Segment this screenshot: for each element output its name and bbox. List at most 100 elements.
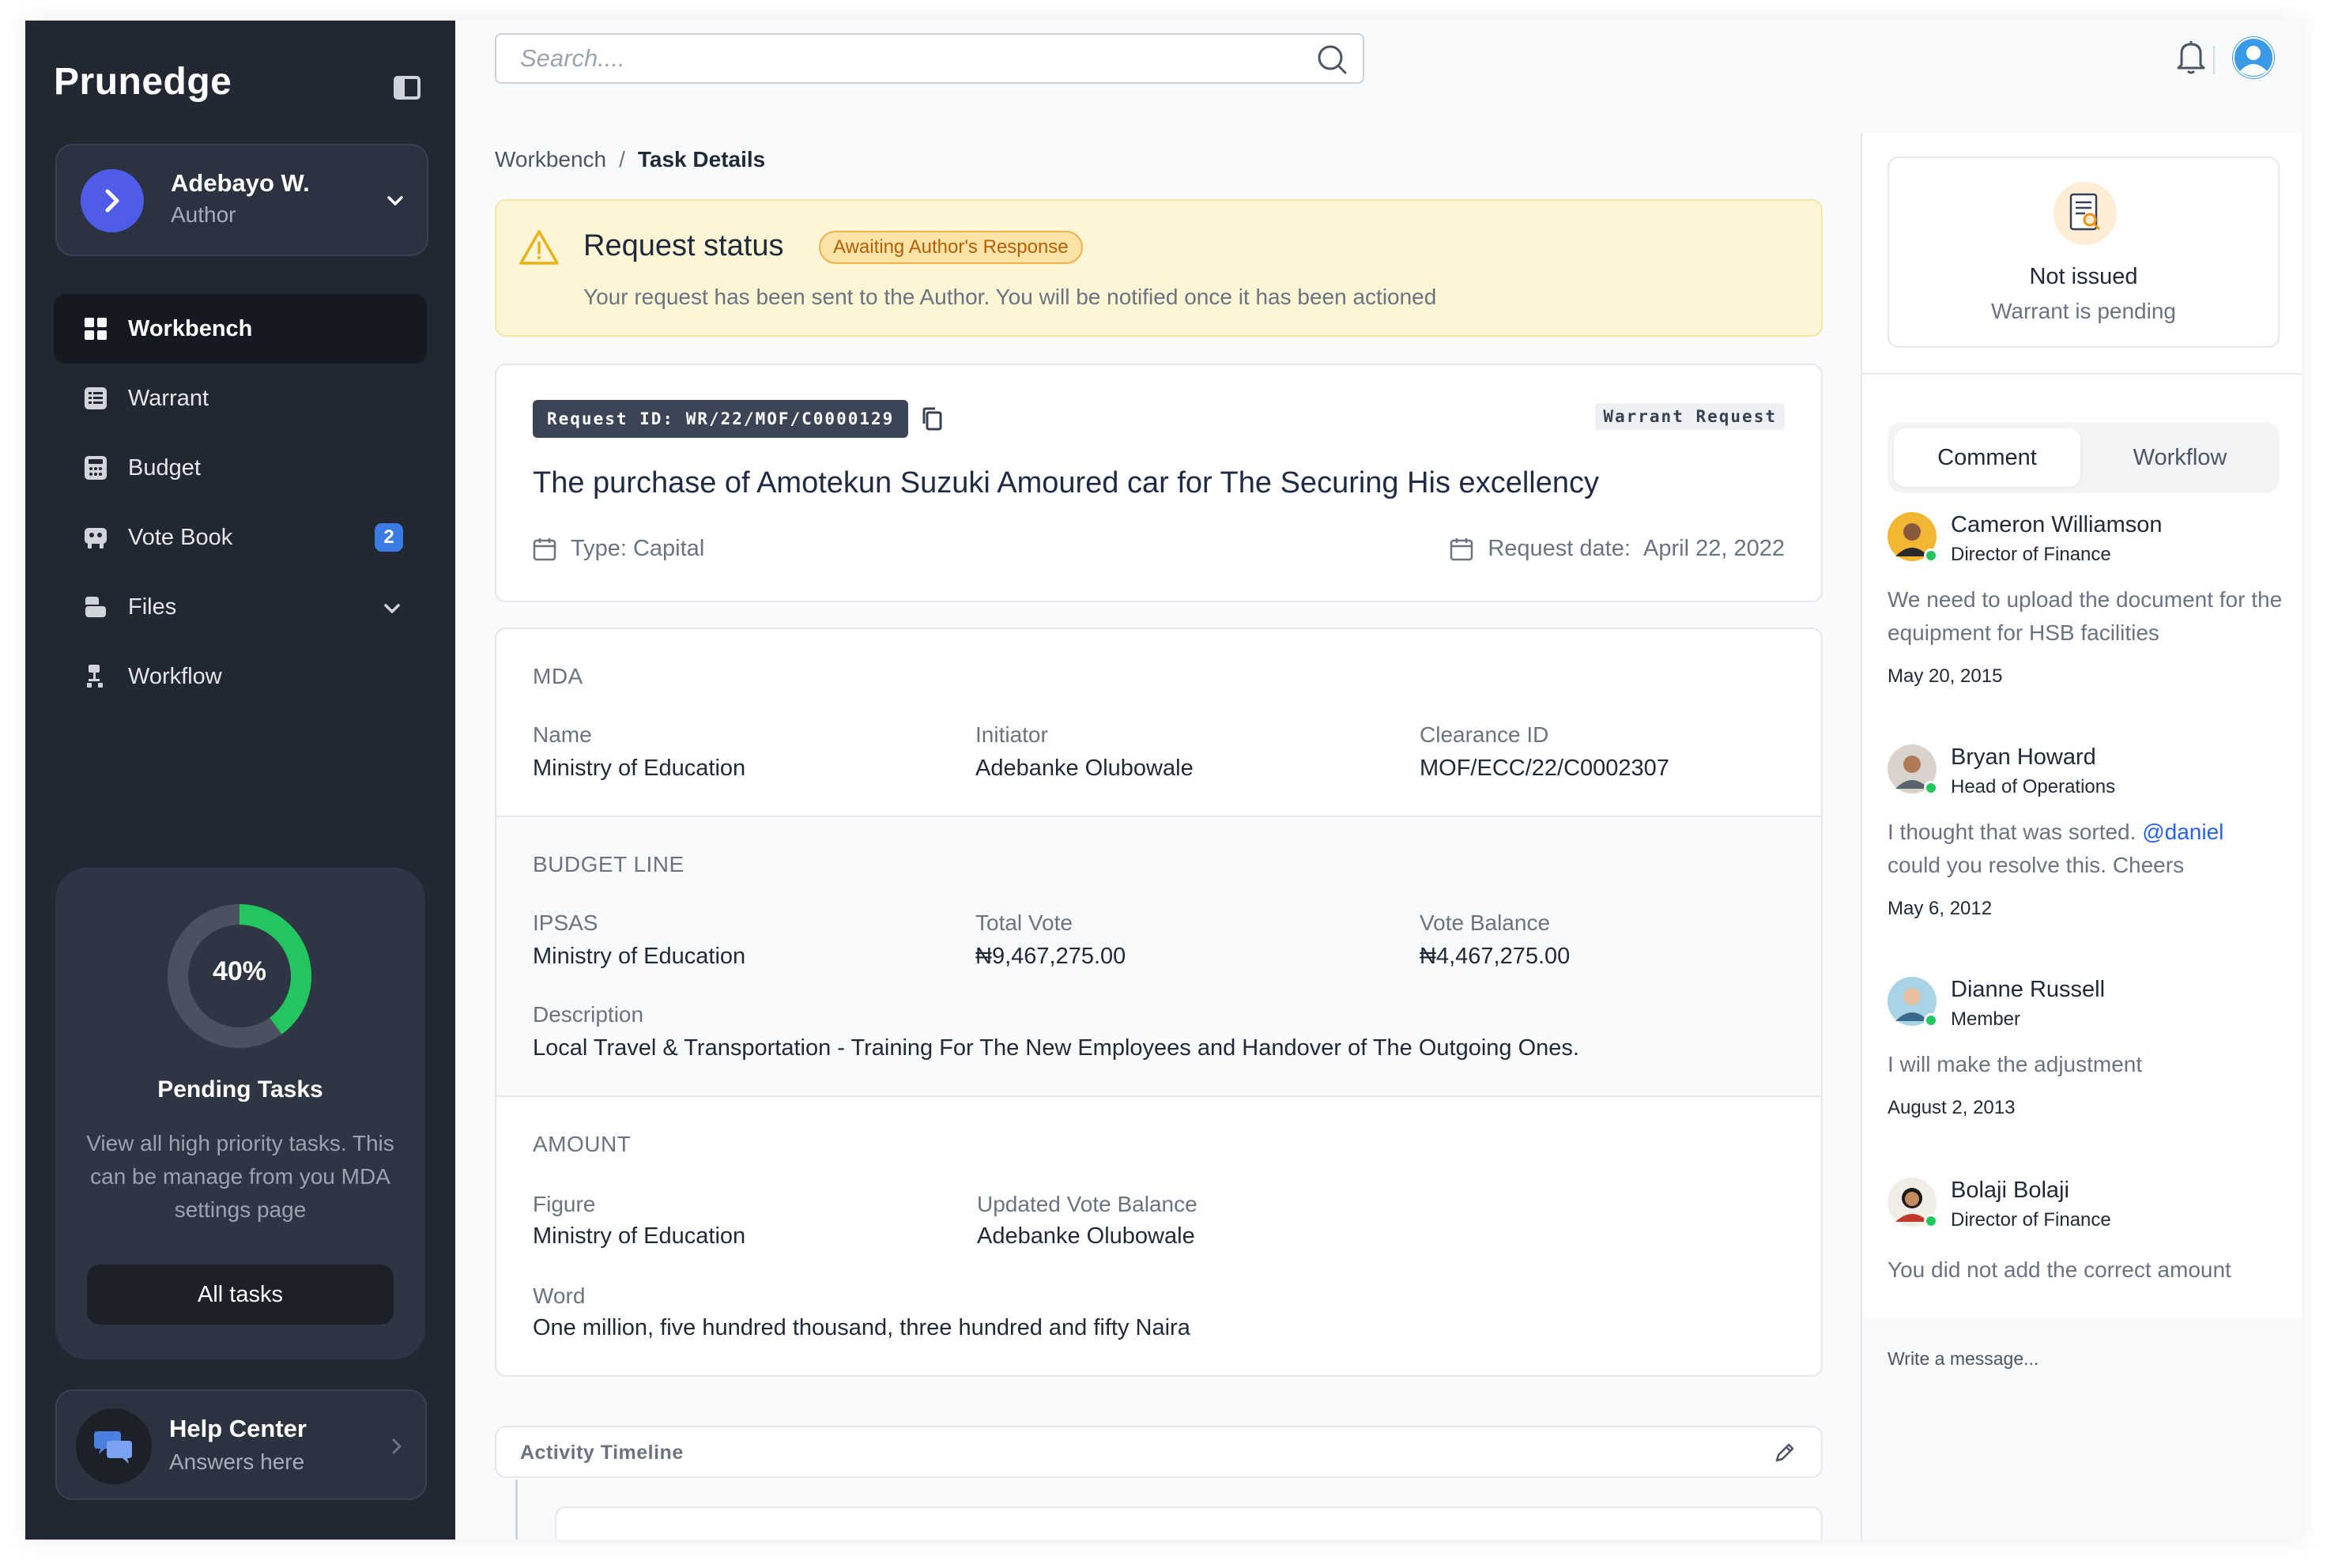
tab-workflow[interactable]: Workflow bbox=[2087, 428, 2273, 487]
profile-avatar[interactable] bbox=[2232, 36, 2275, 79]
search-icon[interactable] bbox=[1315, 43, 1348, 80]
sidebar-item-warrant[interactable]: Warrant bbox=[54, 364, 427, 433]
header-divider bbox=[2213, 46, 2215, 74]
calendar-icon bbox=[1450, 537, 1473, 561]
warning-icon bbox=[519, 229, 560, 270]
request-date-value: April 22, 2022 bbox=[1643, 536, 1785, 561]
comment-item: Bryan Howard Head of Operations I though… bbox=[1888, 744, 2283, 934]
bell-icon[interactable] bbox=[2175, 38, 2207, 80]
description-label: Description bbox=[533, 1002, 644, 1027]
commenter-name: Dianne Russell bbox=[1951, 977, 2106, 1002]
status-title: Request status bbox=[583, 229, 784, 262]
app-window: Prunedge Adebayo W. Author Workbench War… bbox=[25, 21, 2302, 1540]
comment-date: May 20, 2015 bbox=[1888, 665, 2003, 687]
copy-icon[interactable] bbox=[920, 406, 944, 435]
sidebar-item-budget[interactable]: Budget bbox=[54, 433, 427, 503]
budget-line-section-title: BUDGET LINE bbox=[533, 852, 685, 876]
clearance-id-value: MOF/ECC/22/C0002307 bbox=[1420, 756, 1669, 781]
word-value: One million, five hundred thousand, thre… bbox=[533, 1315, 1190, 1340]
progress-donut: 40% bbox=[164, 901, 315, 1051]
breadcrumb-separator: / bbox=[619, 147, 625, 172]
sidebar-item-label: Budget bbox=[128, 454, 201, 481]
progress-percent: 40% bbox=[212, 956, 267, 986]
online-status-dot bbox=[1924, 1013, 1938, 1027]
sidebar-item-vote-book[interactable]: Vote Book 2 bbox=[54, 503, 427, 572]
status-badge: Awaiting Author's Response bbox=[819, 231, 1083, 264]
sidebar: Prunedge Adebayo W. Author Workbench War… bbox=[25, 21, 455, 1540]
vote-balance-label: Vote Balance bbox=[1420, 910, 1551, 935]
message-composer bbox=[1862, 1318, 2302, 1540]
pencil-icon[interactable] bbox=[1772, 1440, 1797, 1469]
commenter-avatar bbox=[1888, 1178, 1938, 1228]
sidebar-item-label: Warrant bbox=[128, 385, 209, 411]
user-role: Author bbox=[171, 202, 236, 227]
pending-tasks-description: View all high priority tasks. This can b… bbox=[86, 1131, 394, 1222]
request-summary-card: Request ID: WR/22/MOF/C0000129 Warrant R… bbox=[495, 364, 1823, 602]
timeline-entry bbox=[555, 1506, 1823, 1540]
user-switcher[interactable]: Adebayo W. Author bbox=[55, 144, 428, 256]
user-mention-link[interactable]: @daniel bbox=[2142, 820, 2223, 844]
mda-name-label: Name bbox=[533, 722, 592, 747]
request-type-tag: Warrant Request bbox=[1595, 403, 1785, 430]
vote-book-count-badge: 2 bbox=[375, 523, 403, 552]
timeline-line bbox=[515, 1479, 518, 1540]
request-status-banner: Request status Awaiting Author's Respons… bbox=[495, 199, 1823, 337]
right-panel: Not issued Warrant is pending Comment Wo… bbox=[1861, 133, 2302, 1540]
warrant-status-title: Not issued bbox=[2029, 264, 2138, 289]
comment-text-part: I thought that was sorted. bbox=[1888, 820, 2143, 844]
comment-text: I will make the adjustment bbox=[1888, 1052, 2143, 1076]
search-input[interactable] bbox=[496, 35, 1287, 82]
commenter-avatar bbox=[1888, 977, 1938, 1027]
sidebar-item-files[interactable]: Files bbox=[54, 572, 427, 642]
sidebar-item-workbench[interactable]: Workbench bbox=[54, 294, 427, 364]
all-tasks-button[interactable]: All tasks bbox=[87, 1265, 394, 1325]
request-details-card: MDA Name Ministry of Education Initiator… bbox=[495, 628, 1823, 1377]
chat-bubbles-icon bbox=[76, 1408, 152, 1484]
sidebar-item-label: Workbench bbox=[128, 315, 253, 341]
tab-comment[interactable]: Comment bbox=[1894, 428, 2080, 487]
clearance-id-label: Clearance ID bbox=[1420, 722, 1549, 747]
ipsas-value: Ministry of Education bbox=[533, 944, 746, 969]
sidebar-collapse-icon[interactable] bbox=[394, 76, 421, 100]
mda-section-title: MDA bbox=[533, 664, 583, 688]
panel-divider bbox=[1862, 373, 2302, 375]
comment-text: I thought that was sorted. @daniel could… bbox=[1888, 816, 2283, 882]
request-id-badge: Request ID: WR/22/MOF/C0000129 bbox=[533, 400, 909, 438]
commenter-role: Head of Operations bbox=[1951, 776, 2116, 797]
breadcrumb-workbench[interactable]: Workbench bbox=[495, 147, 606, 172]
comment-text-part: could you resolve this. Cheers bbox=[1888, 853, 2185, 877]
chevron-right-icon bbox=[105, 189, 119, 213]
commenter-role: Member bbox=[1951, 1008, 2021, 1030]
commenter-avatar bbox=[1888, 744, 1938, 795]
ipsas-label: IPSAS bbox=[533, 910, 598, 935]
calendar-icon bbox=[533, 537, 556, 561]
warrant-status-subtitle: Warrant is pending bbox=[1991, 299, 2176, 323]
chevron-down-icon bbox=[381, 597, 403, 626]
word-label: Word bbox=[533, 1283, 586, 1308]
vote-balance-value: ₦4,467,275.00 bbox=[1420, 944, 1571, 969]
request-title: The purchase of Amotekun Suzuki Amoured … bbox=[533, 466, 1599, 499]
grid-icon bbox=[82, 315, 109, 342]
panel-tabs: Comment Workflow bbox=[1888, 422, 2280, 493]
sidebar-item-workflow[interactable]: Workflow bbox=[54, 642, 427, 711]
warrant-status-card: Not issued Warrant is pending bbox=[1888, 156, 2280, 348]
help-center-title: Help Center bbox=[169, 1415, 307, 1442]
comments-list: Cameron Williamson Director of Finance W… bbox=[1862, 512, 2302, 1334]
commenter-role: Director of Finance bbox=[1951, 1209, 2111, 1231]
commenter-name: Bryan Howard bbox=[1951, 744, 2096, 770]
search-bar bbox=[495, 33, 1364, 84]
help-center-subtitle: Answers here bbox=[169, 1449, 305, 1474]
description-value: Local Travel & Transportation - Training… bbox=[533, 1035, 1579, 1061]
help-center[interactable]: Help Center Answers here bbox=[55, 1389, 427, 1500]
activity-timeline-header: Activity Timeline bbox=[495, 1426, 1823, 1478]
total-vote-label: Total Vote bbox=[975, 910, 1073, 935]
sidebar-item-label: Workflow bbox=[128, 663, 222, 689]
online-status-dot bbox=[1924, 1214, 1938, 1228]
online-status-dot bbox=[1924, 781, 1938, 795]
commenter-avatar bbox=[1888, 512, 1938, 563]
user-avatar bbox=[81, 169, 144, 232]
comment-item: Cameron Williamson Director of Finance W… bbox=[1888, 512, 2283, 702]
message-input[interactable] bbox=[1888, 1339, 2275, 1378]
amount-section-title: AMOUNT bbox=[533, 1132, 632, 1156]
figure-label: Figure bbox=[533, 1192, 596, 1216]
